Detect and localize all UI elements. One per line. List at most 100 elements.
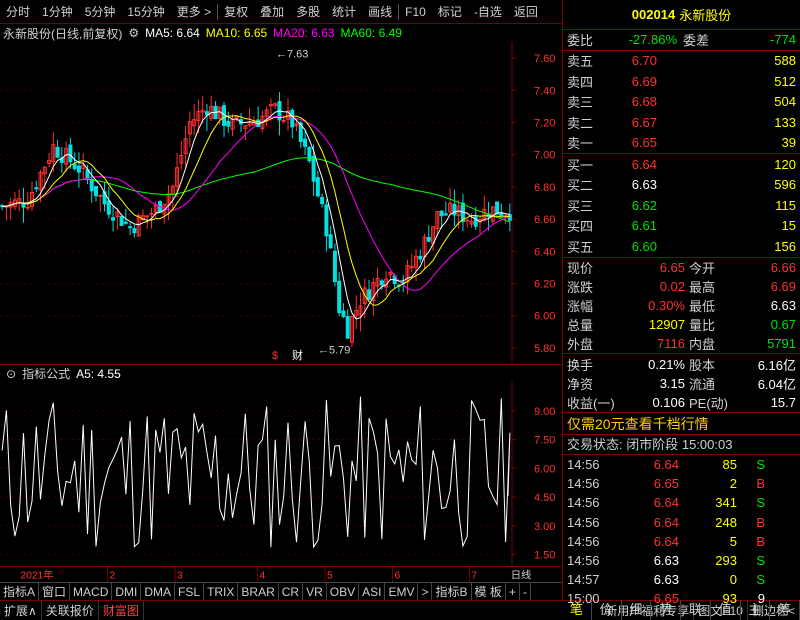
side-tab-4[interactable]: 联 [681,600,711,620]
ma5-line [2,110,510,320]
sell-volume: 133 [774,114,796,130]
sell-row[interactable]: 卖五 6.70 588 [563,51,800,72]
high-annotation: ←7.63 [276,48,308,60]
side-tab-1[interactable]: 价 [592,600,622,620]
indicator-tab-12[interactable]: EMV [385,582,419,601]
buy-row[interactable]: 买三 6.62 115 [563,195,800,216]
stat-label: 总量 [567,318,594,334]
price-tick-label: 6.40 [534,246,555,258]
toolbar-button-9[interactable]: 画线 [362,0,398,24]
toolbar-button-2[interactable]: 5分钟 [79,0,122,24]
tick-side: B [756,533,765,549]
stat-value: 0.67 [770,317,796,333]
indicator-chart[interactable]: 9.00 7.50 6.00 4.50 3.00 1.50 [0,382,562,566]
toolbar-button-4[interactable]: 更多 > [171,0,217,24]
status-item-2[interactable]: 财富图 [99,600,144,620]
buy-price: 6.62 [631,197,657,213]
ma60-label: MA60: 6.49 [340,26,402,40]
period-label[interactable]: 日线 [511,568,532,581]
buy-row[interactable]: 买一 6.64 120 [563,154,800,175]
side-tab-7[interactable]: 筹 [770,600,800,620]
indicator-tab-7[interactable]: BRAR [238,582,279,601]
month-label: 3 [177,570,183,581]
toolbar-button-6[interactable]: 叠加 [254,0,290,24]
side-tabs: 笔价细势联值主筹 [562,600,800,620]
tick-row: 14:56 6.64 248 B [563,513,800,532]
indicator-tab-3[interactable]: DMI [112,582,142,601]
tick-row: 14:56 6.64 5 B [563,532,800,551]
candlestick-chart[interactable]: 7.60 7.40 7.20 7.00 6.80 6.60 6.40 6.20 6.00 5.80… [0,42,562,364]
toolbar-button-1[interactable]: 1分钟 [36,0,79,24]
candle-body [119,215,124,227]
stat-label: 外盘 [567,337,594,353]
price-tick-label: 7.00 [534,150,555,162]
sell-volume: 512 [774,73,796,89]
indicator-tab-5[interactable]: FSL [175,582,205,601]
settings-icon[interactable]: ⚙ [128,26,139,40]
sell-label: 卖二 [567,115,594,131]
candle-body [290,109,295,128]
toolbar-button-5[interactable]: 复权 [218,0,254,24]
side-tab-6[interactable]: 主 [741,600,771,620]
sell-orders: 卖五 6.70 588 卖四 6.69 512 卖三 6.68 504 卖二 6.67 133 卖一 6.… [563,51,800,154]
indicator-tab-17[interactable]: - [520,582,531,601]
toolbar-button-10[interactable]: F10 [399,0,432,24]
buy-row[interactable]: 买四 6.61 15 [563,216,800,237]
stat-label: 今开 [689,260,716,276]
status-item-1[interactable]: 关联报价 [42,600,99,620]
toolbar-button-0[interactable]: 分时 [0,0,36,24]
candle-body [89,178,94,192]
finance-marker[interactable]: 财 [292,348,303,362]
fundamental-row: 换手 0.21% 股本 6.16亿 [563,354,800,373]
candle-body [499,212,504,217]
side-tab-5[interactable]: 值 [711,600,741,620]
side-tab-0[interactable]: 笔 [562,600,592,620]
candle-body [332,250,337,283]
buy-row[interactable]: 买五 6.60 156 [563,236,800,257]
indicator-tab-6[interactable]: TRIX [204,582,239,601]
tick-side: S [756,457,765,473]
indicator-tab-8[interactable]: CR [279,582,304,601]
candle-body [145,215,150,218]
indicator-tab-13[interactable]: > [418,582,433,601]
indicator-tick-label: 4.50 [534,492,555,504]
sell-price: 6.69 [631,73,657,89]
indicator-tab-10[interactable]: OBV [327,582,360,601]
tick-time: 14:56 [567,553,600,569]
price-tick-label: 7.40 [534,85,555,97]
buy-orders: 买一 6.64 120 买二 6.63 596 买三 6.62 115 买四 6.61 15 买五 6.6… [563,154,800,258]
sell-row[interactable]: 卖四 6.69 512 [563,71,800,92]
sell-row[interactable]: 卖三 6.68 504 [563,92,800,113]
tick-volume: 5 [729,533,737,549]
toolbar-button-7[interactable]: 多股 [290,0,326,24]
indicator-tab-4[interactable]: DMA [141,582,176,601]
indicator-toggle-icon[interactable]: ⊙ [6,367,16,381]
dividend-marker[interactable]: $ [272,350,278,362]
toolbar-button-12[interactable]: -自选 [468,0,508,24]
toolbar-button-8[interactable]: 统计 [326,0,362,24]
indicator-tab-16[interactable]: + [506,582,520,601]
tick-price: 6.63 [653,572,679,588]
side-tab-3[interactable]: 势 [651,600,681,620]
indicator-tab-14[interactable]: 指标B [432,582,472,601]
indicator-tab-15[interactable]: 模 板 [472,582,506,601]
tick-volume: 248 [715,514,737,530]
toolbar-button-11[interactable]: 标记 [432,0,468,24]
fundamental-value: 6.04亿 [757,376,796,392]
stock-name: 永新股份 [679,8,732,23]
buy-row[interactable]: 买二 6.63 596 [563,175,800,196]
status-item-0[interactable]: 扩展∧ [0,600,42,620]
indicator-tab-9[interactable]: VR [303,582,327,601]
candle-body [465,219,470,222]
level2-promo[interactable]: 仅需20元查看千档行情 [563,413,800,435]
indicator-tab-1[interactable]: 窗口 [39,582,71,601]
sell-row[interactable]: 卖二 6.67 133 [563,112,800,133]
indicator-tab-2[interactable]: MACD [70,582,113,601]
indicator-tab-11[interactable]: ASI [359,582,386,601]
toolbar-button-13[interactable]: 返回 [508,0,544,24]
sell-row[interactable]: 卖一 6.65 39 [563,133,800,154]
toolbar-button-3[interactable]: 15分钟 [121,0,170,24]
indicator-tab-0[interactable]: 指标A [0,582,40,601]
side-tab-2[interactable]: 细 [622,600,652,620]
tick-time: 14:56 [567,495,600,511]
